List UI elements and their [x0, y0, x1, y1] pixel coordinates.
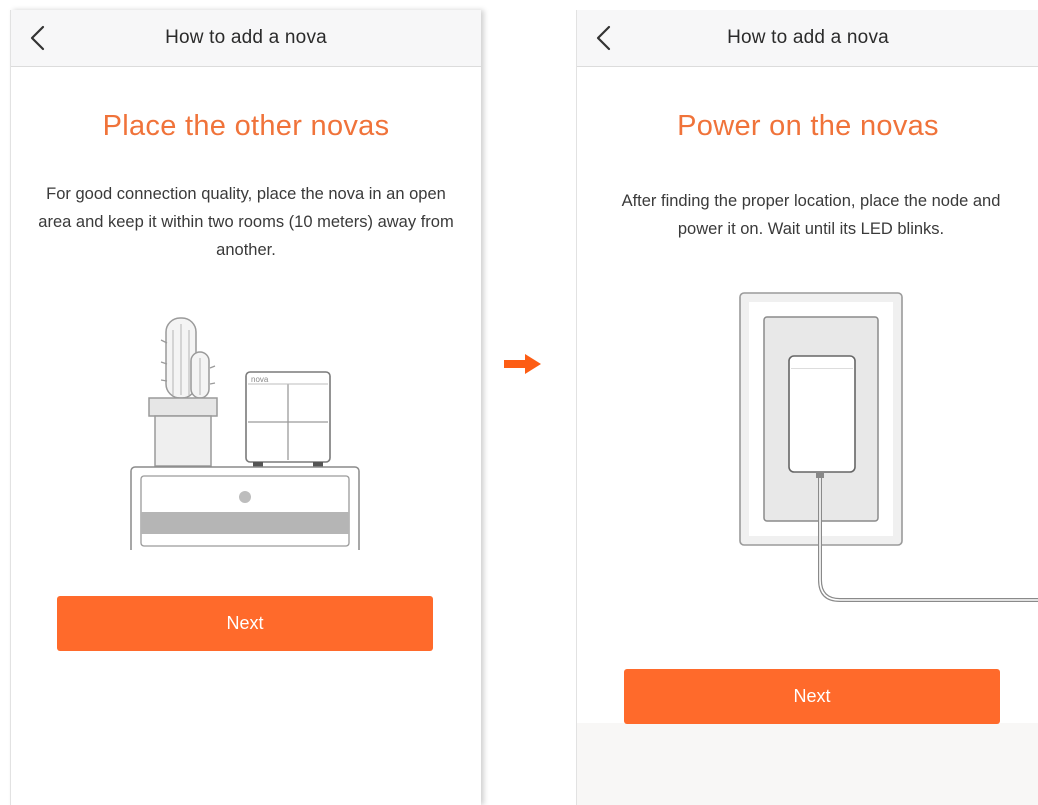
tutorial-comparison: How to add a nova Place the other novas …: [0, 0, 1038, 805]
nova-device-icon: nova: [245, 371, 331, 467]
bottom-area: [577, 723, 1038, 805]
left-phone-screen: How to add a nova Place the other novas …: [10, 10, 481, 805]
nav-title: How to add a nova: [165, 27, 327, 48]
power-outlet-illustration: [739, 292, 1038, 602]
nav-bar: How to add a nova: [577, 10, 1038, 67]
placement-illustration: nova: [130, 317, 360, 550]
device-brand-label: nova: [251, 375, 269, 384]
instruction-text: For good connection quality, place the n…: [38, 185, 454, 259]
next-button[interactable]: Next: [624, 669, 1000, 724]
nav-title: How to add a nova: [727, 27, 889, 48]
back-chevron-icon[interactable]: [27, 24, 49, 52]
next-button[interactable]: Next: [57, 596, 433, 651]
flower-pot: [148, 397, 218, 467]
shelf: [130, 466, 360, 550]
instruction-text: After finding the proper location, place…: [621, 192, 1001, 238]
arrow-right-icon: [504, 354, 541, 374]
back-chevron-icon[interactable]: [593, 24, 615, 52]
nav-bar: How to add a nova: [11, 10, 481, 67]
nova-node-icon: [788, 355, 856, 478]
cactus-icon: [160, 317, 216, 399]
page-heading: Place the other novas: [102, 110, 390, 142]
page-heading: Power on the novas: [677, 110, 939, 142]
right-phone-screen: How to add a nova Power on the novas Aft…: [576, 10, 1038, 805]
